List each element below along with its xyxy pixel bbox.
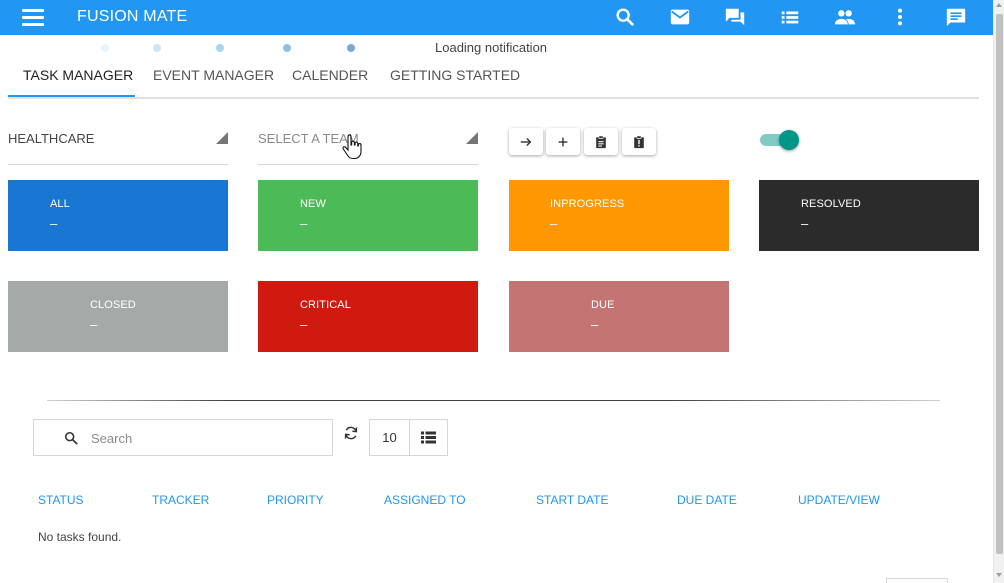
- team-select[interactable]: SELECT A TEAM: [258, 120, 478, 165]
- forum-icon[interactable]: [724, 6, 748, 28]
- status-card-count: –: [300, 317, 308, 332]
- search-box: [33, 419, 333, 456]
- status-card-closed[interactable]: CLOSED –: [8, 281, 228, 352]
- status-card-inprogress[interactable]: INPROGRESS –: [509, 180, 729, 251]
- column-header-due-date[interactable]: DUE DATE: [677, 493, 737, 507]
- chat-icon[interactable]: [945, 6, 969, 28]
- loading-dot: [283, 44, 291, 52]
- tab-getting-started[interactable]: GETTING STARTED: [390, 67, 520, 83]
- hand-cursor-icon: [342, 134, 362, 160]
- status-card-critical[interactable]: CRITICAL –: [258, 281, 478, 352]
- loading-notification-text: Loading notification: [435, 40, 548, 55]
- department-select[interactable]: HEALTHCARE: [8, 120, 228, 165]
- add-icon: [558, 137, 568, 146]
- clipboard-button[interactable]: [584, 128, 618, 155]
- active-tab-indicator: [8, 95, 135, 97]
- status-card-count: –: [591, 317, 599, 332]
- clipboard-alert-icon: [634, 135, 644, 148]
- app-title: FUSION MATE: [77, 8, 188, 25]
- status-card-label: CRITICAL: [300, 299, 351, 311]
- status-card-label: CLOSED: [90, 299, 136, 311]
- add-button[interactable]: [546, 128, 580, 155]
- loading-dot: [216, 44, 224, 52]
- loading-dot: [101, 44, 109, 52]
- arrow-right-icon: [520, 137, 532, 146]
- column-header-tracker[interactable]: TRACKER: [152, 493, 209, 507]
- status-card-label: DUE: [591, 299, 615, 311]
- dropdown-arrow-icon: [216, 132, 228, 144]
- toggle-switch[interactable]: [760, 130, 800, 150]
- column-header-start-date[interactable]: START DATE: [536, 493, 608, 507]
- menu-icon[interactable]: [22, 9, 44, 27]
- people-icon[interactable]: [834, 6, 858, 28]
- tab-task-manager[interactable]: TASK MANAGER: [23, 67, 133, 83]
- pagination-box: [886, 578, 948, 583]
- status-card-label: INPROGRESS: [550, 198, 625, 210]
- scrollbar-thumb[interactable]: [996, 14, 1003, 554]
- mail-icon[interactable]: [669, 6, 693, 28]
- search-input[interactable]: [91, 428, 321, 448]
- status-card-all[interactable]: ALL –: [8, 180, 228, 251]
- column-header-status[interactable]: STATUS: [38, 493, 84, 507]
- column-list-button[interactable]: [409, 419, 448, 456]
- clipboard-alert-button[interactable]: [622, 128, 656, 155]
- arrow-right-button[interactable]: [509, 128, 543, 155]
- more-vert-icon[interactable]: [889, 6, 913, 28]
- list-icon: [421, 431, 436, 444]
- status-card-count: –: [801, 216, 809, 231]
- scroll-up-arrow-icon[interactable]: [996, 3, 1002, 7]
- status-card-new[interactable]: NEW –: [258, 180, 478, 251]
- tab-bar: TASK MANAGER EVENT MANAGER CALENDER GETT…: [8, 62, 979, 99]
- status-card-count: –: [300, 216, 308, 231]
- toggle-knob: [779, 130, 799, 150]
- status-card-due[interactable]: DUE –: [509, 281, 729, 352]
- tab-calender[interactable]: CALENDER: [292, 67, 368, 83]
- app-bar: FUSION MATE: [0, 0, 993, 35]
- dropdown-arrow-icon: [466, 132, 478, 144]
- empty-table-message: No tasks found.: [38, 530, 122, 544]
- status-card-count: –: [90, 317, 98, 332]
- status-card-resolved[interactable]: RESOLVED –: [759, 180, 979, 251]
- status-card-label: ALL: [50, 198, 70, 210]
- status-card-label: NEW: [300, 198, 326, 210]
- department-select-value: HEALTHCARE: [8, 131, 95, 146]
- section-divider: [47, 400, 940, 401]
- column-header-assigned-to[interactable]: ASSIGNED TO: [384, 493, 466, 507]
- vertical-scrollbar[interactable]: [993, 0, 1004, 583]
- loading-dot: [153, 44, 161, 52]
- loading-dot: [347, 44, 355, 52]
- list-icon[interactable]: [779, 6, 803, 28]
- clipboard-icon: [596, 135, 606, 148]
- refresh-icon[interactable]: [343, 425, 359, 441]
- tab-event-manager[interactable]: EVENT MANAGER: [153, 67, 274, 83]
- scroll-down-arrow-icon[interactable]: [996, 573, 1002, 577]
- status-card-count: –: [50, 216, 58, 231]
- column-header-update-view[interactable]: UPDATE/VIEW: [798, 493, 880, 507]
- page-size-select[interactable]: 10: [369, 419, 410, 456]
- search-icon: [64, 431, 78, 445]
- status-card-label: RESOLVED: [801, 198, 861, 210]
- column-header-priority[interactable]: PRIORITY: [267, 493, 324, 507]
- status-card-count: –: [550, 216, 558, 231]
- search-icon[interactable]: [614, 6, 638, 28]
